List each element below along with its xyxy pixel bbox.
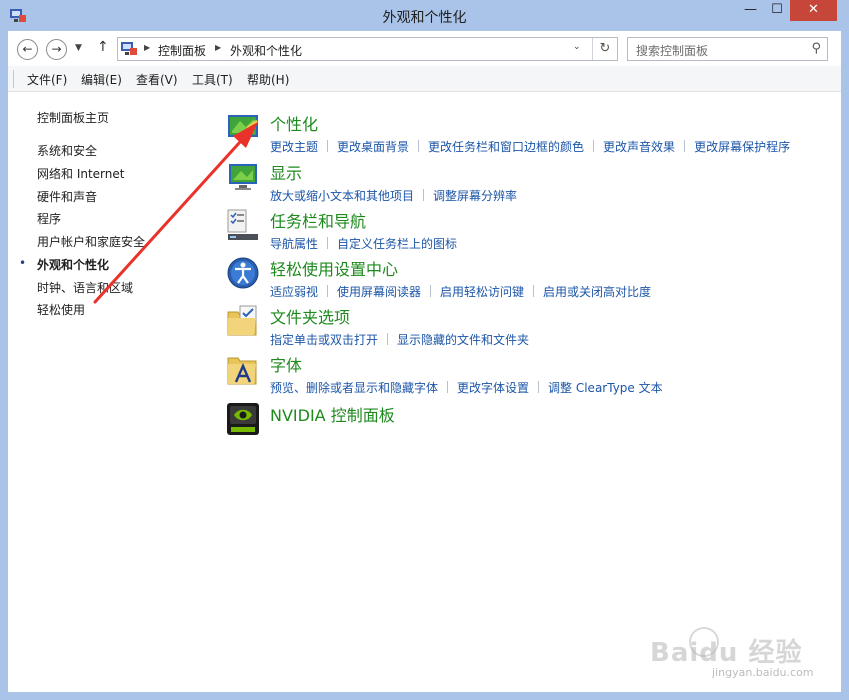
link-divider <box>533 285 535 297</box>
link-change-sounds[interactable]: 更改声音效果 <box>603 140 675 154</box>
fonts-folder-icon <box>227 357 257 385</box>
link-divider <box>430 285 432 297</box>
link-screen-resolution[interactable]: 调整屏幕分辨率 <box>433 189 517 203</box>
link-divider <box>327 285 329 297</box>
title-bar[interactable]: 外观和个性化 — ☐ ✕ <box>0 0 849 31</box>
link-cleartype[interactable]: 调整 ClearType 文本 <box>548 381 663 395</box>
taskbar-icon <box>227 209 258 240</box>
link-low-vision[interactable]: 适应弱视 <box>270 285 318 299</box>
close-button[interactable]: ✕ <box>790 0 837 21</box>
refresh-button[interactable]: ↻ <box>592 38 617 60</box>
window-title: 外观和个性化 <box>382 10 467 26</box>
address-bar[interactable]: ▶ 控制面板 ▶ 外观和个性化 ⌄ ↻ <box>117 37 618 61</box>
up-button[interactable]: ↑ <box>97 39 109 55</box>
fonts-title[interactable]: 字体 <box>270 352 302 376</box>
link-divider <box>538 381 540 393</box>
link-access-keys[interactable]: 启用轻松访问键 <box>440 285 524 299</box>
personalization-icon <box>228 115 259 141</box>
search-input[interactable]: 搜索控制面板 ⚲ <box>627 37 828 61</box>
fonts-links: 预览、删除或者显示和隐藏字体 更改字体设置 调整 ClearType 文本 <box>270 379 663 396</box>
display-links: 放大或缩小文本和其他项目 调整屏幕分辨率 <box>270 187 517 204</box>
menu-view[interactable]: 查看(V) <box>136 71 178 88</box>
maximize-button[interactable]: ☐ <box>764 0 790 21</box>
breadcrumb-separator-icon[interactable]: ▶ <box>144 43 150 52</box>
taskbar-title[interactable]: 任务栏和导航 <box>270 208 366 232</box>
link-click-options[interactable]: 指定单击或双击打开 <box>270 333 378 347</box>
link-show-hidden-files[interactable]: 显示隐藏的文件和文件夹 <box>397 333 529 347</box>
sidebar-item-system-security[interactable]: 系统和安全 <box>37 142 97 159</box>
link-divider <box>387 333 389 345</box>
folder-options-title[interactable]: 文件夹选项 <box>270 304 350 328</box>
link-divider <box>447 381 449 393</box>
search-icon[interactable]: ⚲ <box>811 41 821 56</box>
display-title[interactable]: 显示 <box>270 160 302 184</box>
minimize-button[interactable]: — <box>737 0 764 21</box>
link-divider <box>684 140 686 152</box>
control-panel-icon <box>121 42 137 55</box>
nvidia-icon <box>227 403 259 435</box>
back-button[interactable]: ← <box>17 39 38 60</box>
personalization-links: 更改主题 更改桌面背景 更改任务栏和窗口边框的颜色 更改声音效果 更改屏幕保护程序 <box>270 138 790 155</box>
display-icon <box>229 164 257 190</box>
breadcrumb-control-panel[interactable]: 控制面板 <box>158 42 206 59</box>
link-divider <box>423 189 425 201</box>
sidebar-item-programs[interactable]: 程序 <box>37 210 61 227</box>
menu-edit[interactable]: 编辑(E) <box>81 71 122 88</box>
link-preview-fonts[interactable]: 预览、删除或者显示和隐藏字体 <box>270 381 438 395</box>
taskbar-links: 导航属性 自定义任务栏上的图标 <box>270 235 457 252</box>
link-divider <box>418 140 420 152</box>
link-navigation-properties[interactable]: 导航属性 <box>270 237 318 251</box>
sidebar-item-hardware-sound[interactable]: 硬件和声音 <box>37 188 97 205</box>
sidebar-item-network[interactable]: 网络和 Internet <box>37 165 124 182</box>
sidebar-item-clock-language[interactable]: 时钟、语言和区域 <box>37 279 133 296</box>
ease-of-access-title[interactable]: 轻松使用设置中心 <box>270 256 398 280</box>
window-frame: 外观和个性化 — ☐ ✕ ← → ▼ ↑ ▶ 控制面板 ▶ 外观和个性化 ⌄ ↻… <box>0 0 849 700</box>
watermark-url: jingyan.baidu.com <box>712 666 814 679</box>
link-change-background[interactable]: 更改桌面背景 <box>337 140 409 154</box>
link-change-screensaver[interactable]: 更改屏幕保护程序 <box>694 140 790 154</box>
navigation-bar: ← → ▼ ↑ ▶ 控制面板 ▶ 外观和个性化 ⌄ ↻ 搜索控制面板 ⚲ <box>8 31 841 66</box>
forward-button[interactable]: → <box>46 39 67 60</box>
current-item-bullet: • <box>19 256 27 270</box>
breadcrumb-appearance[interactable]: 外观和个性化 <box>230 42 302 59</box>
link-divider <box>593 140 595 152</box>
ease-of-access-links: 适应弱视 使用屏幕阅读器 启用轻松访问键 启用或关闭高对比度 <box>270 283 651 300</box>
link-divider <box>327 237 329 249</box>
sidebar-item-appearance[interactable]: 外观和个性化 <box>37 256 109 273</box>
link-divider <box>327 140 329 152</box>
menu-help[interactable]: 帮助(H) <box>247 71 289 88</box>
search-placeholder: 搜索控制面板 <box>636 44 709 58</box>
breadcrumb-separator-icon[interactable]: ▶ <box>215 43 221 52</box>
folder-options-links: 指定单击或双击打开 显示隐藏的文件和文件夹 <box>270 331 529 348</box>
folder-options-icon <box>227 305 257 336</box>
menu-tools[interactable]: 工具(T) <box>192 71 233 88</box>
link-screen-reader[interactable]: 使用屏幕阅读器 <box>337 285 421 299</box>
recent-locations-button[interactable]: ▼ <box>75 43 82 53</box>
sidebar-home-link[interactable]: 控制面板主页 <box>37 109 109 126</box>
window-client: ← → ▼ ↑ ▶ 控制面板 ▶ 外观和个性化 ⌄ ↻ 搜索控制面板 ⚲ 文件(… <box>8 31 841 692</box>
chevron-down-icon[interactable]: ⌄ <box>573 42 581 52</box>
nvidia-title[interactable]: NVIDIA 控制面板 <box>270 402 395 426</box>
sidebar-item-ease-of-access[interactable]: 轻松使用 <box>37 301 85 318</box>
link-high-contrast[interactable]: 启用或关闭高对比度 <box>543 285 651 299</box>
menu-bar: 文件(F) 编辑(E) 查看(V) 工具(T) 帮助(H) <box>8 66 841 92</box>
link-change-colors[interactable]: 更改任务栏和窗口边框的颜色 <box>428 140 584 154</box>
personalization-title[interactable]: 个性化 <box>270 111 318 135</box>
link-text-size[interactable]: 放大或缩小文本和其他项目 <box>270 189 414 203</box>
link-change-theme[interactable]: 更改主题 <box>270 140 318 154</box>
menu-file[interactable]: 文件(F) <box>27 71 67 88</box>
ease-of-access-icon <box>227 257 259 289</box>
watermark-text: Baidu 经验 <box>650 638 803 668</box>
menu-grip <box>13 70 14 88</box>
sidebar-item-user-accounts[interactable]: 用户帐户和家庭安全 <box>37 233 145 250</box>
link-font-settings[interactable]: 更改字体设置 <box>457 381 529 395</box>
link-customize-taskbar-icons[interactable]: 自定义任务栏上的图标 <box>337 237 457 251</box>
